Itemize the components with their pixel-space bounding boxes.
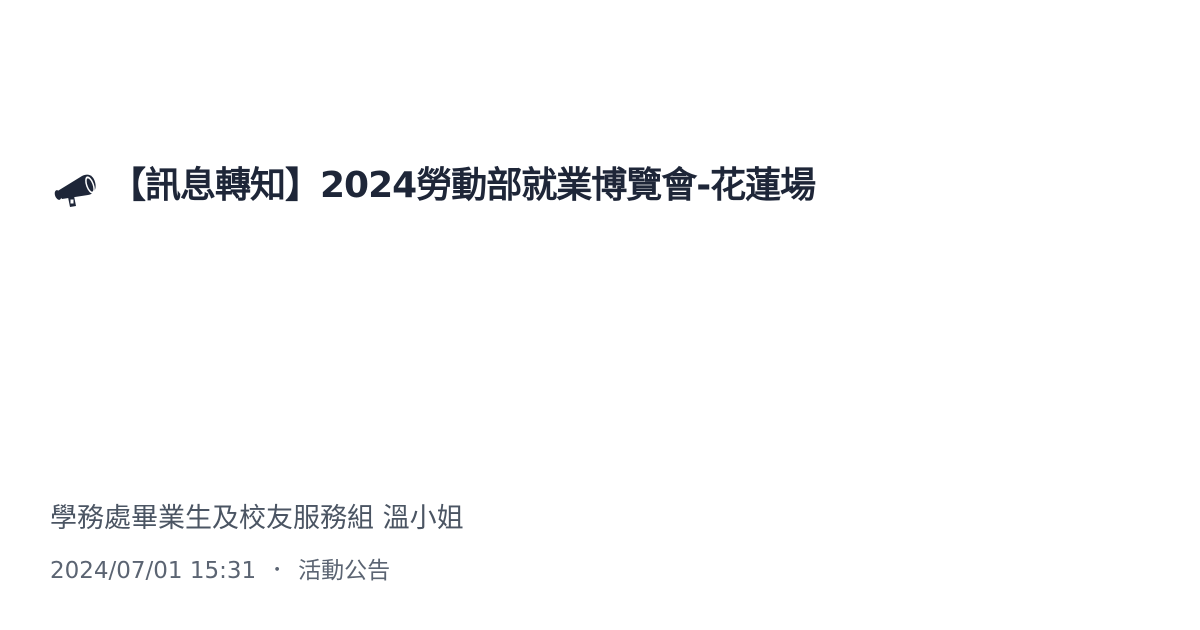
post-meta: 2024/07/01 15:31 ・ 活動公告 (50, 555, 390, 587)
megaphone-icon (52, 162, 100, 210)
share-card: 【訊息轉知】2024勞動部就業博覽會-花蓮場 學務處畢業生及校友服務組 溫小姐 … (0, 0, 1200, 630)
post-title[interactable]: 【訊息轉知】2024勞動部就業博覽會-花蓮場 (110, 162, 816, 210)
post-timestamp: 2024/07/01 15:31 (50, 558, 257, 584)
author-name: 學務處畢業生及校友服務組 溫小姐 (50, 503, 464, 534)
post-category[interactable]: 活動公告 (298, 555, 390, 587)
title-row: 【訊息轉知】2024勞動部就業博覽會-花蓮場 (52, 160, 1160, 212)
meta-separator: ・ (268, 560, 287, 581)
